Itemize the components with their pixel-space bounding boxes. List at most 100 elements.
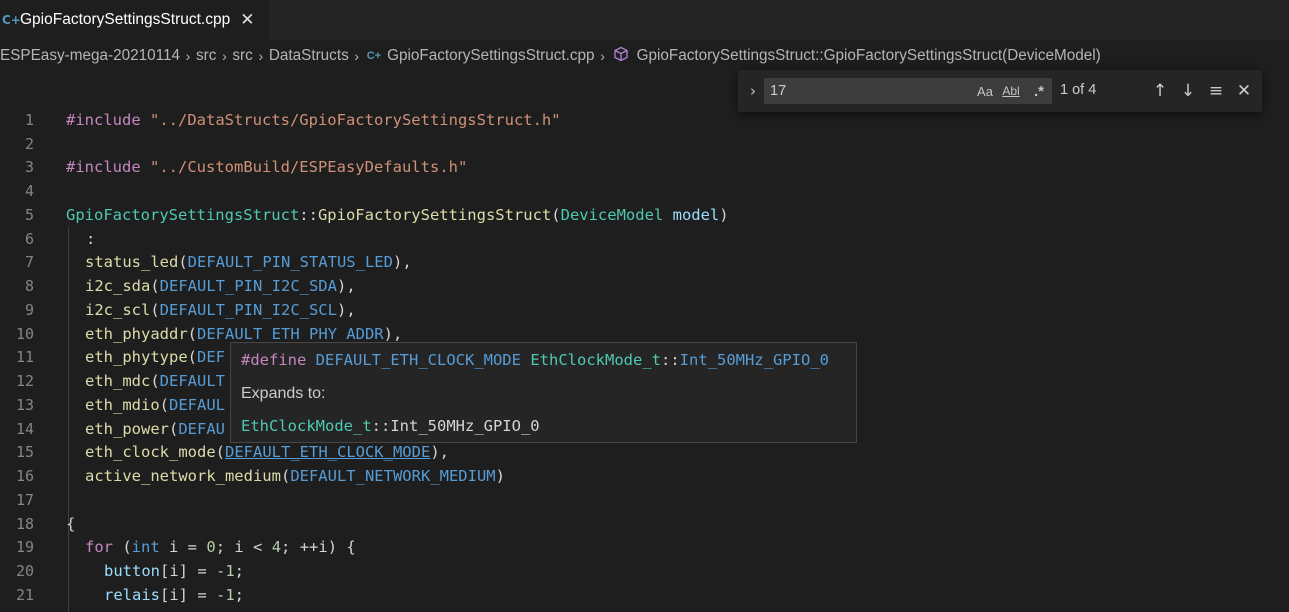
code-text: eth_power(DEFAU [85,419,226,438]
scope-operator: :: [299,205,318,224]
code-line: 9 i2c_scl(DEFAULT_PIN_I2C_SCL), [0,298,1289,322]
array-name: relais [104,585,160,604]
enum-value: Int_50MHz_GPIO_0 [679,351,829,369]
macro-name: DEFAULT_ETH_CLOCK_MODE [315,351,521,369]
code-line: 3 #include "../CustomBuild/ESPEasyDefaul… [0,156,1289,180]
code-line: 21 relais[i] = -1; [0,583,1289,607]
macro-ref: DEFAULT_ETH_PHY_ADDR [197,324,384,343]
scope-operator: :: [371,417,391,435]
breadcrumb-symbol-label: GpioFactorySettingsStruct::GpioFactorySe… [636,47,1101,64]
line-number: 19 [15,538,34,557]
code-line: 15 eth_clock_mode(DEFAULT_ETH_CLOCK_MODE… [0,441,1289,465]
line-number: 5 [24,205,34,224]
breadcrumb: ESPEasy-mega-20210114 › src › src › Data… [0,44,1101,68]
macro-ref: DEFAULT_PIN_I2C_SCL [159,300,337,319]
breadcrumb-item-project[interactable]: ESPEasy-mega-20210114 [0,47,180,65]
punct: ( [113,538,132,557]
constructor-name: GpioFactorySettingsStruct [317,205,552,224]
punct: ), [336,277,356,296]
member-name: eth_phyaddr [85,324,188,343]
line-number: 11 [15,348,34,367]
punct: ), [336,300,356,319]
breadcrumb-item-datastructs[interactable]: DataStructs [269,47,349,65]
number-literal: 0 [206,538,216,557]
breadcrumb-item-symbol[interactable]: GpioFactorySettingsStruct::GpioFactorySe… [611,46,1101,67]
paren: ) [719,205,729,224]
line-number: 16 [15,467,34,486]
tab-bar: C+ GpioFactorySettingsStruct.cpp ✕ [0,0,1289,40]
loop-init: i = [159,538,207,557]
number-literal: -1 [216,562,235,581]
method-cube-icon [613,46,629,67]
include-path: "../DataStructs/GpioFactorySettingsStruc… [150,110,561,129]
code-text: #include "../DataStructs/GpioFactorySett… [66,111,561,129]
code-line: 4 [0,179,1289,203]
hover-tooltip: #define DEFAULT_ETH_CLOCK_MODE EthClockM… [230,342,857,443]
array-name: button [104,562,160,581]
punct: ; [234,562,245,581]
breadcrumb-item-src[interactable]: src [196,47,216,65]
next-match-icon[interactable]: ↓ [1176,79,1200,103]
find-in-selection-icon[interactable]: ≡ [1204,79,1228,103]
macro-ref: DEFAULT [159,372,225,391]
keyword-for: for [85,538,113,557]
tab-label: GpioFactorySettingsStruct.cpp [20,11,231,28]
cpp-file-icon: C+ [366,50,382,62]
code-text: : [86,229,96,248]
match-count: 1 of 4 [1060,82,1097,98]
code-line: 2 [0,132,1289,156]
cpp-file-icon: C+ [2,13,21,27]
code-text: i2c_scl(DEFAULT_PIN_I2C_SCL), [85,300,356,319]
member-name: eth_clock_mode [85,443,216,462]
code-text: eth_phytype(DEF [85,348,225,367]
hover-expands-label: Expands to: [241,385,326,402]
param-name: model [672,205,720,224]
line-number: 10 [15,324,34,343]
regex-icon[interactable]: .* [1028,80,1050,102]
index-assign: [i] = [160,562,216,581]
close-icon[interactable]: ✕ [240,11,254,29]
paren: ( [551,205,561,224]
hover-define-line: #define DEFAULT_ETH_CLOCK_MODE EthClockM… [241,351,829,369]
preprocessor-directive: #include [66,110,141,129]
enum-value: Int_50MHz_GPIO_0 [390,417,540,435]
line-number: 6 [24,229,34,248]
include-path: "../CustomBuild/ESPEasyDefaults.h" [150,158,468,177]
number-literal: -1 [216,585,235,604]
macro-ref: DEFAULT_NETWORK_MEDIUM [290,467,496,486]
line-number: 15 [15,443,34,462]
code-line: 19 for (int i = 0; i < 4; ++i) { [0,536,1289,560]
macro-ref[interactable]: DEFAULT_ETH_CLOCK_MODE [225,443,430,461]
breadcrumb-item-file[interactable]: C+ GpioFactorySettingsStruct.cpp [365,47,595,65]
code-line: 17 [0,488,1289,512]
code-text: relais[i] = -1; [104,586,244,604]
code-text: active_network_medium(DEFAULT_NETWORK_ME… [85,467,505,486]
member-name: eth_mdc [85,372,151,391]
close-icon[interactable]: ✕ [1232,79,1256,103]
punct: ) [495,467,505,486]
toggle-replace-chevron-icon[interactable]: › [744,80,762,102]
loop-cond: ; i < [215,538,272,557]
line-number: 1 [24,110,34,129]
macro-ref: DEFAULT_PIN_I2C_SDA [159,277,337,296]
hover-expansion: EthClockMode_t::Int_50MHz_GPIO_0 [241,417,540,435]
code-text: { [66,514,76,533]
define-keyword: #define [241,351,307,369]
find-widget: › Aa Abl .* 1 of 4 ↑ ↓ ≡ ✕ [738,70,1262,112]
macro-ref: DEF [197,348,225,367]
match-case-icon[interactable]: Aa [974,80,996,102]
punct: ), [430,443,449,462]
whole-word-icon[interactable]: Abl [1000,80,1022,102]
preprocessor-directive: #include [66,158,141,177]
line-number: 14 [15,419,34,438]
code-line: 5 GpioFactorySettingsStruct::GpioFactory… [0,203,1289,227]
previous-match-icon[interactable]: ↑ [1148,79,1172,103]
editor-tab[interactable]: C+ GpioFactorySettingsStruct.cpp ✕ [0,0,270,40]
breadcrumb-item-src-inner[interactable]: src [232,47,252,65]
code-text: button[i] = -1; [104,562,244,580]
chevron-right-icon: › [185,48,191,64]
code-line: 7 status_led(DEFAULT_PIN_STATUS_LED), [0,251,1289,275]
code-text: i2c_sda(DEFAULT_PIN_I2C_SDA), [85,277,356,296]
class-name: GpioFactorySettingsStruct [66,205,300,224]
line-number: 12 [15,372,34,391]
